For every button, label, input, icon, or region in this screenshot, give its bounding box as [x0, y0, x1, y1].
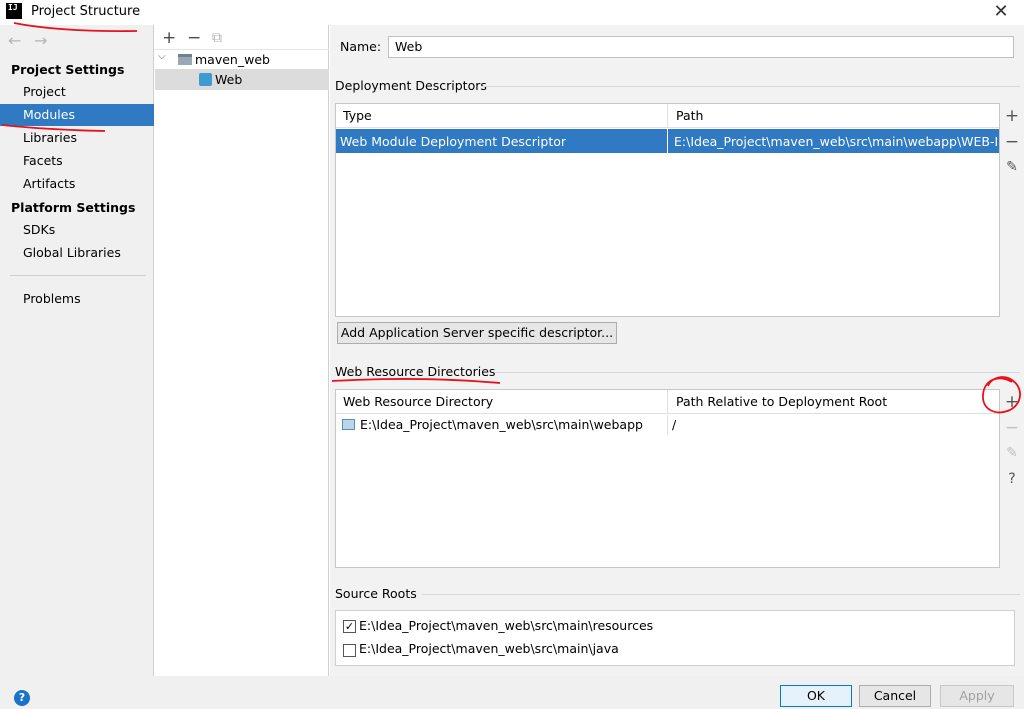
title-underline-mark	[13, 22, 138, 32]
modules-underline-mark	[1, 124, 106, 132]
red-annotation-marks	[1, 22, 1021, 414]
add-button-circle-mark	[982, 376, 1021, 414]
web-resources-underline-mark	[331, 378, 501, 384]
